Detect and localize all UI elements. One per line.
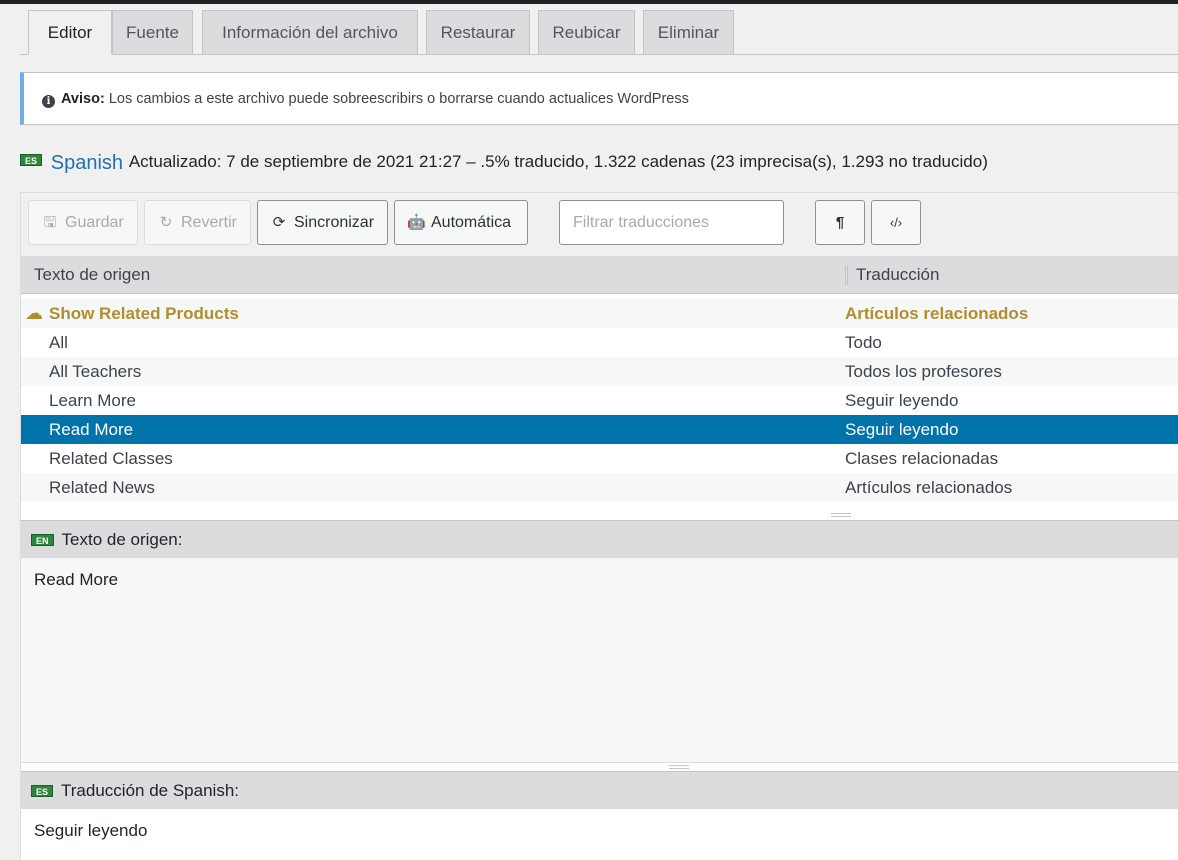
- row-source: Read More: [49, 420, 134, 439]
- pane-resize-handle[interactable]: [831, 513, 851, 517]
- tab-delete[interactable]: Eliminar: [643, 10, 734, 55]
- revert-button[interactable]: ↻ Revertir: [144, 200, 251, 245]
- row-translation: Artículos relacionados: [845, 304, 1029, 323]
- translation-panel-header: ES Traducción de Spanish:: [21, 771, 1178, 809]
- source-flag: EN: [31, 534, 54, 546]
- table-header: Texto de origen Traducción: [21, 257, 1178, 294]
- notice-banner: i Aviso: Los cambios a este archivo puede…: [20, 72, 1178, 125]
- string-list: ☁ Show Related Products Artículos relaci…: [21, 299, 1178, 502]
- translation-textarea[interactable]: Seguir leyendo: [21, 809, 1178, 860]
- notice-text: Los cambios a este archivo puede sobrees…: [108, 91, 689, 107]
- tab-source[interactable]: Fuente: [112, 10, 193, 55]
- table-row[interactable]: Learn More Seguir leyendo: [21, 386, 1178, 415]
- table-row[interactable]: Related News Artículos relacionados: [21, 473, 1178, 502]
- source-panel-header: EN Texto de origen:: [21, 520, 1178, 558]
- row-source: All Teachers: [49, 362, 142, 381]
- pane-resize-handle[interactable]: [669, 765, 689, 769]
- table-row[interactable]: ☁ Show Related Products Artículos relaci…: [21, 299, 1178, 328]
- save-label: Guardar: [65, 214, 124, 231]
- cloud-icon: ☁: [25, 303, 43, 323]
- row-source: Related Classes: [49, 449, 173, 468]
- filter-input[interactable]: Filtrar traducciones: [559, 200, 784, 245]
- invisibles-toggle-button[interactable]: ¶: [815, 200, 865, 245]
- file-meta: ES Spanish Actualizado: 7 de septiembre …: [20, 148, 988, 177]
- row-source: Related News: [49, 478, 155, 497]
- table-row[interactable]: All Teachers Todos los profesores: [21, 357, 1178, 386]
- auto-translate-button[interactable]: 🤖 Automática: [394, 200, 528, 245]
- language-flag: ES: [20, 154, 43, 166]
- tab-editor[interactable]: Editor: [28, 10, 112, 55]
- revert-label: Revertir: [181, 214, 238, 231]
- row-translation: Artículos relacionados: [845, 478, 1013, 497]
- source-panel-label: Texto de origen:: [61, 530, 183, 549]
- translation-flag: ES: [31, 785, 54, 797]
- table-row[interactable]: Related Classes Clases relacionadas: [21, 444, 1178, 473]
- row-translation: Seguir leyendo: [845, 391, 959, 410]
- row-translation: Seguir leyendo: [845, 420, 959, 439]
- sync-label: Sincronizar: [294, 214, 375, 231]
- row-source: All: [49, 333, 68, 352]
- table-row-selected[interactable]: Read More Seguir leyendo: [21, 415, 1178, 444]
- column-resize-handle[interactable]: [845, 265, 848, 285]
- floppy-disk-icon: 🖫: [43, 214, 57, 231]
- tab-restore[interactable]: Restaurar: [426, 10, 530, 55]
- row-translation: Clases relacionadas: [845, 449, 999, 468]
- admin-top-bar: [0, 0, 1178, 4]
- tab-bar: Editor Fuente Información del archivo Re…: [20, 10, 1178, 55]
- language-name[interactable]: Spanish: [51, 152, 123, 174]
- tab-relocate[interactable]: Reubicar: [538, 10, 635, 55]
- translation-editor: 🖫 Guardar ↻ Revertir ⟳ Sincronizar 🤖 Automát…: [20, 192, 1178, 860]
- code-view-button[interactable]: ‹/›: [871, 200, 921, 245]
- column-source[interactable]: Texto de origen: [34, 257, 150, 293]
- sync-button[interactable]: ⟳ Sincronizar: [257, 200, 388, 245]
- editor-toolbar: 🖫 Guardar ↻ Revertir ⟳ Sincronizar 🤖 Automát…: [21, 193, 1178, 257]
- source-text: Read More: [21, 558, 1178, 763]
- revert-icon: ↻: [159, 214, 173, 231]
- auto-label: Automática: [431, 214, 512, 231]
- save-button[interactable]: 🖫 Guardar: [28, 200, 138, 245]
- table-row[interactable]: All Todo: [21, 328, 1178, 357]
- row-translation: Todo: [845, 333, 882, 352]
- code-icon: ‹/›: [889, 215, 903, 230]
- file-status: Actualizado: 7 de septiembre de 2021 21:…: [128, 152, 988, 171]
- translation-panel-label: Traducción de Spanish:: [61, 781, 239, 800]
- info-icon: i: [42, 95, 55, 108]
- notice-prefix: Aviso:: [61, 91, 105, 107]
- sync-icon: ⟳: [272, 214, 286, 231]
- row-translation: Todos los profesores: [845, 362, 1002, 381]
- row-source: Show Related Products: [49, 304, 239, 323]
- tab-file-info[interactable]: Información del archivo: [202, 10, 418, 55]
- pilcrow-icon: ¶: [835, 214, 845, 231]
- row-source: Learn More: [49, 391, 136, 410]
- robot-icon: 🤖: [407, 214, 426, 231]
- column-translation[interactable]: Traducción: [856, 257, 939, 293]
